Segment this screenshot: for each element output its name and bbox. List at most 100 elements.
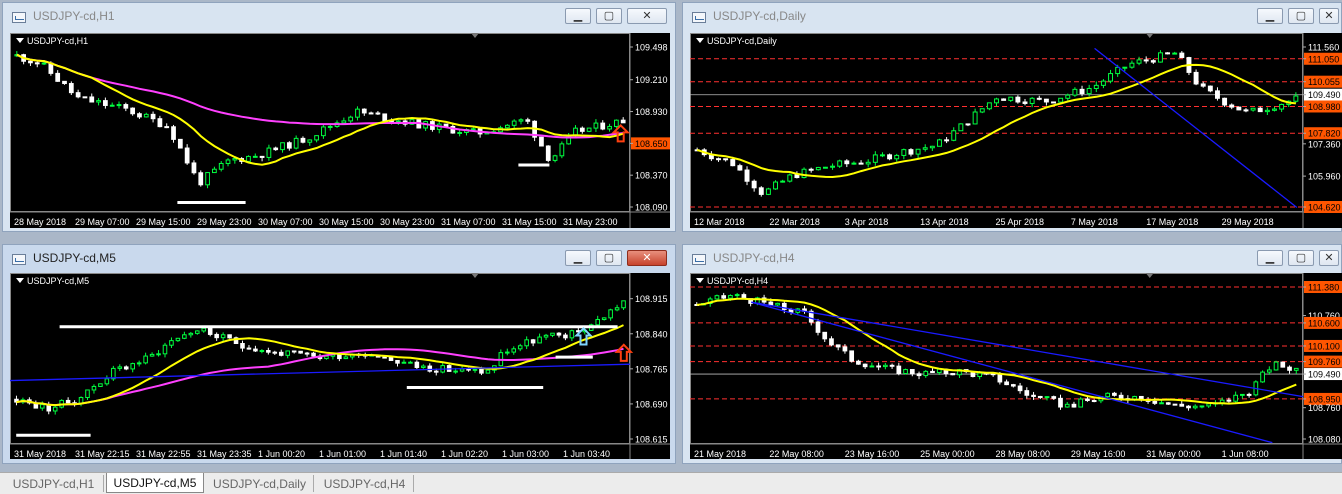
triangle-down-icon[interactable] bbox=[696, 38, 704, 43]
daily-price-label: 109.490 bbox=[1308, 90, 1341, 100]
restore-icon[interactable]: ▢ bbox=[1288, 250, 1314, 266]
tab-h4[interactable]: USDJPY-cd,H4 bbox=[316, 475, 414, 492]
close-icon[interactable]: ✕ bbox=[627, 250, 667, 266]
h1-candle-body bbox=[68, 83, 74, 94]
minimize-icon[interactable]: ▁ bbox=[565, 250, 591, 266]
m5-time-label: 31 May 22:15 bbox=[75, 449, 130, 459]
window-m5-titlebar[interactable]: USDJPY-cd,M5 ▁ ▢ ✕ bbox=[3, 245, 675, 273]
h4-candle-body bbox=[1044, 396, 1050, 399]
window-h1[interactable]: USDJPY-cd,H1 ▁ ▢ ✕ USDJPY-cd,H1 109.498 1… bbox=[2, 2, 676, 232]
triangle-down-icon[interactable] bbox=[16, 38, 24, 43]
window-h4[interactable]: USDJPY-cd,H4 ▁ ▢ ✕ USDJPY-cd,H4 111.380 1… bbox=[682, 244, 1342, 464]
h4-candle-body bbox=[909, 369, 915, 375]
chart-h1-symbol: USDJPY-cd,H1 bbox=[27, 36, 89, 46]
m5-candle-body bbox=[136, 362, 142, 365]
chart-daily-svg: 111.560111.050 110.055 109.490 108.980 107.8… bbox=[690, 33, 1342, 228]
m5-candle-body bbox=[485, 369, 491, 374]
h4-candle-body bbox=[1037, 395, 1043, 398]
m5-candle-body bbox=[253, 348, 258, 352]
daily-candle-body bbox=[822, 166, 828, 169]
h4-candle-body bbox=[1105, 392, 1111, 398]
m5-time-label: 1 Jun 01:00 bbox=[319, 449, 366, 459]
h1-candle-body bbox=[28, 60, 33, 64]
chart-m5[interactable]: USDJPY-cd,M5 108.915 108.840 108.765 108.69… bbox=[10, 273, 670, 459]
daily-candle-body bbox=[1207, 85, 1213, 92]
restore-icon[interactable]: ▢ bbox=[1288, 8, 1314, 24]
chart-h4[interactable]: USDJPY-cd,H4 111.380 110.760 110.600 110.10… bbox=[690, 273, 1342, 459]
h4-candle-body bbox=[728, 295, 733, 299]
m5-candle-body bbox=[123, 366, 129, 370]
daily-candle-body bbox=[1008, 96, 1014, 101]
m5-candle-body bbox=[130, 363, 135, 370]
daily-plot-frame bbox=[690, 33, 1303, 212]
window-daily[interactable]: USDJPY-cd,Daily ▁ ▢ ✕ USDJPY-cd,Daily 11… bbox=[682, 2, 1342, 232]
h1-time-label: 28 May 2018 bbox=[14, 217, 66, 227]
window-h4-titlebar[interactable]: USDJPY-cd,H4 ▁ ▢ ✕ bbox=[683, 245, 1341, 273]
daily-candle-body bbox=[837, 160, 843, 167]
daily-candle-body bbox=[1222, 97, 1228, 106]
h4-candle-body bbox=[1118, 394, 1124, 400]
triangle-down-icon[interactable] bbox=[16, 278, 24, 283]
h1-time-label: 31 May 15:00 bbox=[502, 217, 557, 227]
m5-candle-body bbox=[143, 355, 148, 364]
close-icon[interactable]: ✕ bbox=[1319, 250, 1339, 266]
window-m5[interactable]: USDJPY-cd,M5 ▁ ▢ ✕ USDJPY-cd,M5 108.915 1… bbox=[2, 244, 676, 464]
m5-candle-body bbox=[505, 351, 510, 354]
m5-candle-body bbox=[278, 351, 284, 356]
m5-candle-body bbox=[149, 353, 155, 357]
chart-daily[interactable]: USDJPY-cd,Daily 111.560 111.050 110.055 109… bbox=[690, 33, 1342, 228]
daily-candle-body bbox=[979, 108, 985, 113]
daily-candle-body bbox=[808, 168, 814, 171]
h1-time-label: 29 May 07:00 bbox=[75, 217, 130, 227]
h4-candle-body bbox=[1159, 402, 1164, 405]
chart-h1[interactable]: USDJPY-cd,H1 109.498 109.210 108.930 108.65… bbox=[10, 33, 670, 228]
h1-candle-body bbox=[171, 126, 176, 140]
h4-candle-body bbox=[930, 370, 935, 374]
h1-candle-body bbox=[232, 158, 238, 161]
tab-h1[interactable]: USDJPY-cd,H1 bbox=[4, 475, 104, 492]
m5-candle-body bbox=[614, 307, 620, 311]
daily-candle-body bbox=[965, 123, 971, 126]
triangle-down-icon[interactable] bbox=[696, 278, 704, 283]
m5-price-label: 108.765 bbox=[635, 364, 668, 374]
tab-m5[interactable]: USDJPY-cd,M5 bbox=[106, 473, 204, 493]
h1-candle-body bbox=[545, 145, 551, 161]
chart-tab-bar: USDJPY-cd,H1 USDJPY-cd,M5 USDJPY-cd,Dail… bbox=[0, 472, 1342, 494]
daily-candle-body bbox=[1065, 94, 1071, 99]
window-daily-title: USDJPY-cd,Daily bbox=[713, 9, 806, 23]
h4-candle-body bbox=[815, 321, 821, 333]
h1-candle-body bbox=[286, 142, 292, 149]
h1-time-label: 29 May 23:00 bbox=[197, 217, 252, 227]
m5-candle-body bbox=[388, 356, 394, 361]
h4-time-label: 29 May 16:00 bbox=[1071, 449, 1126, 459]
daily-candle-body bbox=[1100, 80, 1106, 86]
m5-candle-body bbox=[169, 340, 174, 346]
h4-candle-body bbox=[903, 369, 908, 375]
h1-candle-body bbox=[177, 138, 183, 149]
minimize-icon[interactable]: ▁ bbox=[565, 8, 591, 24]
m5-candle-body bbox=[65, 399, 71, 404]
window-h1-titlebar[interactable]: USDJPY-cd,H1 ▁ ▢ ✕ bbox=[3, 3, 675, 31]
minimize-icon[interactable]: ▁ bbox=[1257, 8, 1283, 24]
close-icon[interactable]: ✕ bbox=[1319, 8, 1339, 24]
m5-time-label: 1 Jun 02:20 bbox=[441, 449, 488, 459]
chart-window-icon bbox=[692, 254, 706, 265]
h4-candle-body bbox=[1260, 371, 1265, 383]
daily-candle-body bbox=[1108, 73, 1114, 82]
m5-candle-body bbox=[188, 332, 194, 336]
minimize-icon[interactable]: ▁ bbox=[1257, 250, 1283, 266]
h4-price-label: 108.080 bbox=[1308, 435, 1341, 445]
m5-candle-body bbox=[220, 334, 226, 339]
daily-time-label: 17 May 2018 bbox=[1146, 217, 1198, 227]
tab-daily[interactable]: USDJPY-cd,Daily bbox=[206, 475, 314, 492]
h4-candle-body bbox=[1192, 405, 1198, 409]
restore-icon[interactable]: ▢ bbox=[596, 8, 622, 24]
daily-candle-body bbox=[787, 174, 793, 182]
h4-price-label: 109.490 bbox=[1308, 370, 1341, 380]
h1-candle-body bbox=[586, 127, 592, 132]
restore-icon[interactable]: ▢ bbox=[596, 250, 622, 266]
window-daily-titlebar[interactable]: USDJPY-cd,Daily ▁ ▢ ✕ bbox=[683, 3, 1341, 31]
daily-candle-body bbox=[922, 147, 928, 150]
m5-candle-body bbox=[433, 370, 439, 373]
close-icon[interactable]: ✕ bbox=[627, 8, 667, 24]
